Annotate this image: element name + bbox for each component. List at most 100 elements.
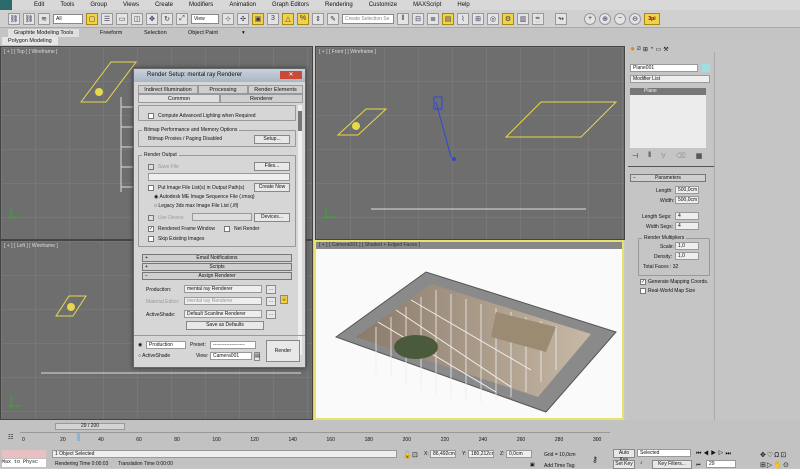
- link-icon[interactable]: ⛓: [8, 12, 20, 25]
- render-button[interactable]: Render: [266, 340, 300, 362]
- menu-modifiers[interactable]: Modifiers: [181, 2, 221, 8]
- zoom-in-icon[interactable]: +: [584, 12, 596, 25]
- configure-modifier-sets-icon[interactable]: ▦: [696, 152, 703, 160]
- menu-animation[interactable]: Animation: [221, 2, 264, 8]
- material-editor-icon[interactable]: ◎: [487, 12, 499, 25]
- plugin-3pi-button[interactable]: 3pi: [644, 12, 660, 25]
- mirror-icon[interactable]: ⫴: [397, 12, 409, 25]
- app-logo-button[interactable]: [0, 0, 12, 10]
- key-mode-dropdown[interactable]: Selected: [637, 449, 691, 457]
- select-object-icon[interactable]: ▢: [86, 12, 98, 25]
- window-crossing-icon[interactable]: ◫: [131, 12, 143, 25]
- tab-freeform[interactable]: Freeform: [94, 29, 128, 37]
- menu-edit[interactable]: Edit: [26, 2, 52, 8]
- maxscript-listener-output[interactable]: [2, 450, 46, 458]
- menu-help[interactable]: Help: [449, 2, 477, 8]
- viewport-navigation-icons[interactable]: ✥♡Ω⊡: [760, 451, 787, 459]
- utilities-tab-icon[interactable]: ⚒: [663, 46, 668, 56]
- lock-view-icon[interactable]: ▤: [254, 352, 260, 361]
- save-as-defaults-button[interactable]: Save as Defaults: [186, 321, 264, 330]
- object-color-swatch[interactable]: [702, 64, 710, 72]
- menu-group[interactable]: Group: [82, 2, 115, 8]
- keyboard-shortcut-toggle-icon[interactable]: ▣: [252, 12, 264, 25]
- add-time-tag[interactable]: Add Time Tag: [544, 463, 574, 469]
- selection-filter-dropdown[interactable]: All: [53, 13, 83, 24]
- reference-coord-dropdown[interactable]: View: [191, 13, 219, 24]
- preset-dropdown[interactable]: -------------------: [210, 341, 256, 349]
- radio-production[interactable]: ◉: [138, 342, 142, 348]
- devices-button[interactable]: Devices...: [254, 213, 290, 222]
- select-manipulate-icon[interactable]: ✣: [237, 12, 249, 25]
- pin-stack-icon[interactable]: ⊣: [632, 152, 638, 160]
- tab-object-paint[interactable]: Object Paint: [182, 29, 224, 37]
- schematic-view-icon[interactable]: ⊞: [472, 12, 484, 25]
- maxscript-input[interactable]: Max to Physc: [2, 459, 46, 467]
- stack-item-plane[interactable]: Plane: [630, 88, 706, 95]
- rollout-email-notifications[interactable]: + Email Notifications: [142, 254, 292, 262]
- menu-graph-editors[interactable]: Graph Editors: [264, 2, 317, 8]
- menu-customize[interactable]: Customize: [361, 2, 405, 8]
- ribbon-options-icon[interactable]: ▾: [236, 29, 251, 37]
- choose-production-renderer-button[interactable]: …: [266, 285, 276, 294]
- align-icon[interactable]: ⊟: [412, 12, 424, 25]
- curve-editor-icon[interactable]: ⌇: [457, 12, 469, 25]
- time-slider[interactable]: 29 / 200: [55, 423, 125, 430]
- save-file-checkbox[interactable]: [148, 164, 154, 170]
- render-setup-icon[interactable]: ⚙: [502, 12, 514, 25]
- density-spinner[interactable]: 1,0: [675, 252, 699, 260]
- rotate-icon[interactable]: ↻: [161, 12, 173, 25]
- render-production-icon[interactable]: ☕: [532, 12, 544, 25]
- tab-renderer[interactable]: Renderer: [220, 94, 303, 103]
- scale-spinner[interactable]: 1,0: [675, 242, 699, 250]
- z-coordinate-field[interactable]: 0,0cm: [506, 450, 532, 458]
- modify-tab-icon[interactable]: ⧄: [637, 46, 641, 56]
- layer-manager-icon[interactable]: ≣: [427, 12, 439, 25]
- radio-autodesk-me[interactable]: ◉ Autodesk ME Image Sequence File (.imsq…: [154, 194, 255, 200]
- production-mode-dropdown[interactable]: Production: [146, 341, 186, 349]
- rollout-scripts[interactable]: + Scripts: [142, 263, 292, 271]
- show-end-result-icon[interactable]: ‖: [648, 152, 651, 160]
- width-segs-spinner[interactable]: 4: [675, 222, 699, 230]
- hierarchy-tab-icon[interactable]: ⊞: [643, 46, 648, 56]
- select-by-name-icon[interactable]: ☰: [101, 12, 113, 25]
- rendered-frame-window-checkbox[interactable]: ✓: [148, 226, 154, 232]
- auto-key-button[interactable]: Auto Key: [613, 449, 635, 463]
- object-name-field[interactable]: Plane001: [630, 64, 698, 72]
- generate-mapping-checkbox[interactable]: ✓: [640, 279, 646, 285]
- menu-tools[interactable]: Tools: [52, 2, 82, 8]
- open-mini-curve-editor-icon[interactable]: ☷: [8, 434, 13, 441]
- default-tangents-icon[interactable]: ♪: [640, 460, 643, 466]
- move-icon[interactable]: ✥: [146, 12, 158, 25]
- real-world-map-size-checkbox[interactable]: [640, 288, 646, 294]
- playback-controls[interactable]: ⏮◀▶▷⏭: [696, 451, 733, 458]
- angle-snap-icon[interactable]: △: [282, 12, 294, 25]
- absolute-mode-icon[interactable]: ⊡: [412, 451, 418, 459]
- viewport-camera[interactable]: [ + ] [ Camera001 ] [ Shaded + Edged Fac…: [314, 240, 624, 420]
- menu-rendering[interactable]: Rendering: [317, 2, 361, 8]
- set-key-icon[interactable]: ⚷: [592, 455, 598, 464]
- undo-scene-icon[interactable]: ↬: [555, 12, 567, 25]
- percent-snap-icon[interactable]: %: [297, 12, 309, 25]
- viewport-front[interactable]: [ + ] [ Front ] [ Wireframe ]: [315, 46, 625, 240]
- rollout-assign-renderer[interactable]: − Assign Renderer: [142, 272, 292, 280]
- files-button[interactable]: Files...: [254, 162, 290, 171]
- ribbon-panel-polygon-modeling[interactable]: Polygon Modeling: [2, 37, 58, 45]
- modifier-list-dropdown[interactable]: Modifier List: [630, 75, 710, 83]
- length-segs-spinner[interactable]: 4: [675, 212, 699, 220]
- zoom-out-icon[interactable]: −: [614, 12, 626, 25]
- scrollbar[interactable]: [298, 105, 302, 355]
- motion-tab-icon[interactable]: ◔: [650, 46, 654, 56]
- compute-advanced-lighting-checkbox[interactable]: [148, 113, 154, 119]
- spinner-snap-icon[interactable]: ⇕: [312, 12, 324, 25]
- radio-legacy-ifl[interactable]: ○ Legacy 3ds max Image File List (.ifl): [154, 203, 238, 209]
- snaps-toggle-icon[interactable]: 3: [267, 12, 279, 25]
- lock-icon[interactable]: 🔒: [280, 295, 288, 304]
- choose-activeshade-renderer-button[interactable]: …: [266, 310, 276, 319]
- menu-create[interactable]: Create: [147, 2, 181, 8]
- rollout-parameters[interactable]: − Parameters: [630, 174, 706, 182]
- view-dropdown[interactable]: Camera001: [210, 352, 252, 360]
- output-path-field[interactable]: [148, 173, 290, 181]
- current-frame-marker[interactable]: [77, 433, 81, 441]
- rendered-frame-window-icon[interactable]: ▥: [517, 12, 529, 25]
- device-field[interactable]: [192, 213, 252, 221]
